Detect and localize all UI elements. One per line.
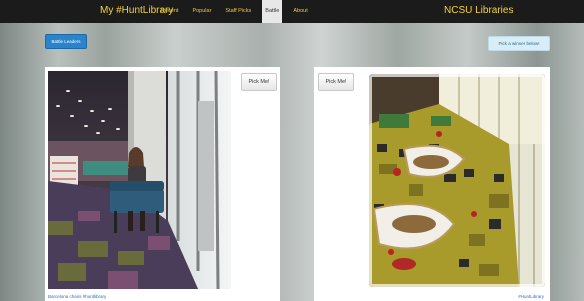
caption-left[interactable]: Barcelona chairs #huntlibrary (48, 294, 106, 299)
battle-panel-left: Pick Me! Barcelona chairs #huntlibrary (45, 67, 280, 301)
pick-winner-banner: Pick a winner below! (488, 36, 550, 51)
photo-barcelona-chairs[interactable] (48, 71, 231, 289)
nav-link-staff-picks[interactable]: Staff Picks (222, 0, 254, 23)
battle-panel-right: Pick Me! #HuntLibrary (314, 67, 550, 301)
pick-me-button-left[interactable]: Pick Me! (241, 73, 277, 91)
photo-hunt-library-atrium-image (369, 74, 545, 287)
photo-hunt-library-atrium[interactable] (369, 74, 545, 287)
nav-link-battle[interactable]: Battle (262, 0, 283, 23)
pick-me-button-right[interactable]: Pick Me! (318, 73, 354, 91)
ncsu-libraries-link[interactable]: NCSU Libraries (444, 5, 513, 16)
nav-link-recent[interactable]: Recent (158, 0, 181, 23)
battle-leaders-button[interactable]: Battle Leaders (45, 34, 87, 49)
caption-right[interactable]: #HuntLibrary (518, 294, 544, 299)
top-navbar: My #HuntLibrary Recent Popular Staff Pic… (0, 0, 584, 23)
nav-link-popular[interactable]: Popular (189, 0, 214, 23)
photo-barcelona-chairs-image (48, 71, 231, 289)
nav-link-about[interactable]: About (290, 0, 310, 23)
nav-links: Recent Popular Staff Picks Battle About (158, 0, 311, 23)
